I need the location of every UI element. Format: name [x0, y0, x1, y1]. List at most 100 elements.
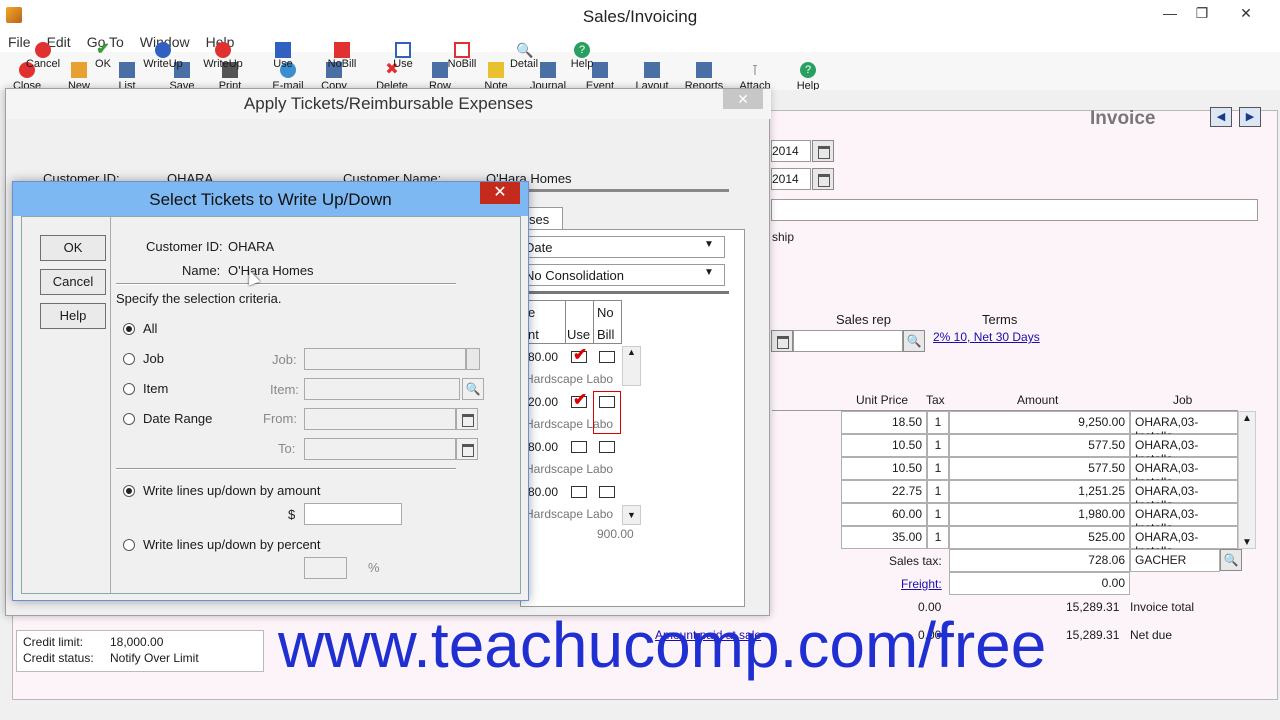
job-cell[interactable]: OHARA,03-Installa [1130, 434, 1238, 466]
unit-price-cell[interactable]: 22.75 [841, 480, 927, 503]
nobill-checkbox[interactable] [599, 486, 615, 498]
apply-use-button[interactable]: Use [257, 42, 309, 70]
cancel-button[interactable]: Cancel [40, 269, 106, 295]
chevron-down-icon[interactable]: ▼ [704, 239, 714, 250]
scroll-up-icon[interactable]: ▲ [1239, 412, 1255, 426]
job-cell[interactable]: OHARA,03-Installa [1130, 480, 1238, 512]
invoice-date-field[interactable]: 2014 [771, 140, 811, 162]
toolbar-reports-button[interactable]: Reports [682, 62, 726, 90]
job-input[interactable] [304, 348, 466, 370]
percent-input[interactable] [304, 557, 347, 579]
search-icon[interactable]: 🔍 [462, 378, 484, 400]
tax-cell[interactable]: 1 [927, 457, 949, 480]
tax-cell[interactable]: 1 [927, 411, 949, 434]
apply-help-button[interactable]: ? Help [556, 42, 608, 70]
freight-amount[interactable]: 0.00 [949, 572, 1130, 595]
scroll-down-icon[interactable]: ▼ [1239, 537, 1255, 548]
unit-price-cell[interactable]: 60.00 [841, 503, 927, 526]
job-cell[interactable]: OHARA,03-Installa [1130, 526, 1238, 558]
toolbar-layout-button[interactable]: Layout [630, 62, 674, 90]
job-option-label: Job [143, 351, 164, 366]
amount-cell[interactable]: 577.50 [949, 434, 1130, 457]
nobill-checkbox[interactable] [599, 351, 615, 363]
use-checkbox[interactable] [571, 486, 587, 498]
dialog-name: O'Hara Homes [228, 263, 314, 278]
sales-tax-code-field[interactable]: GACHER [1130, 549, 1220, 572]
sort-select[interactable]: Date [522, 236, 725, 258]
freight-link[interactable]: Freight: [901, 577, 942, 591]
apply-close-button[interactable]: ✕ [723, 89, 763, 109]
use-checkbox[interactable]: ✔ [571, 390, 587, 409]
chevron-down-icon[interactable]: ▼ [704, 267, 714, 278]
terms-link[interactable]: 2% 10, Net 30 Days [933, 330, 1040, 344]
percent-radio[interactable] [123, 539, 135, 551]
apply-divider-2 [522, 291, 729, 294]
job-cell[interactable]: OHARA,03-Installa [1130, 411, 1238, 443]
nobill-header-top: No [597, 305, 614, 320]
from-date-input[interactable] [304, 408, 456, 430]
dialog-vertical-divider [110, 217, 111, 593]
attach-icon: ⊺ [751, 62, 759, 78]
amount-cell[interactable]: 1,251.25 [949, 480, 1130, 503]
ship-date-field[interactable]: 2014 [771, 168, 811, 190]
apply-use-all-button[interactable]: Use [377, 42, 429, 70]
calendar-icon[interactable] [456, 408, 478, 430]
scroll-down-icon[interactable]: ▼ [622, 505, 641, 525]
unit-price-cell[interactable]: 10.50 [841, 434, 927, 457]
apply-ok-button[interactable]: ✔ OK [77, 42, 129, 71]
sales-rep-field[interactable] [793, 330, 903, 352]
item-input[interactable] [304, 378, 460, 400]
job-cell[interactable]: OHARA,03-Installa [1130, 503, 1238, 535]
previous-record-button[interactable]: ◀ [1210, 107, 1232, 127]
unit-price-cell[interactable]: 35.00 [841, 526, 927, 549]
tax-cell[interactable]: 1 [927, 480, 949, 503]
item-radio[interactable] [123, 383, 135, 395]
calendar-icon[interactable] [456, 438, 478, 460]
help-button[interactable]: Help [40, 303, 106, 329]
job-cell[interactable]: OHARA,03-Installa [1130, 457, 1238, 489]
restore-button[interactable]: ❐ [1182, 0, 1222, 26]
search-icon[interactable]: 🔍 [1220, 549, 1242, 571]
tax-cell[interactable]: 1 [927, 434, 949, 457]
calendar-icon[interactable] [812, 140, 834, 162]
apply-cancel-button[interactable]: Cancel [17, 42, 69, 70]
dialog-close-button[interactable]: ✕ [480, 182, 520, 204]
next-record-button[interactable]: ▶ [1239, 107, 1261, 127]
consolidation-select[interactable]: No Consolidation [522, 264, 725, 286]
amount-radio[interactable] [123, 485, 135, 497]
apply-writeup-button[interactable]: WriteUp [137, 42, 189, 70]
apply-grid-scrollbar[interactable]: ▲ [622, 346, 641, 386]
to-date-input[interactable] [304, 438, 456, 460]
invoice-long-field[interactable] [771, 199, 1258, 221]
apply-writeup-all-button[interactable]: WriteUp [197, 42, 249, 70]
apply-nobill-button[interactable]: NoBill [316, 42, 368, 70]
all-radio[interactable] [123, 323, 135, 335]
ok-button[interactable]: OK [40, 235, 106, 261]
amount-cell[interactable]: 9,250.00 [949, 411, 1130, 434]
amount-cell[interactable]: 525.00 [949, 526, 1130, 549]
calendar-icon[interactable] [771, 330, 793, 352]
apply-nobill-all-button[interactable]: NoBill [436, 42, 488, 70]
amount-input[interactable] [304, 503, 402, 525]
close-window-button[interactable]: ✕ [1226, 0, 1266, 26]
invoice-grid-scrollbar[interactable]: ▲ ▼ [1238, 411, 1256, 549]
date-range-radio[interactable] [123, 413, 135, 425]
tax-cell[interactable]: 1 [927, 526, 949, 549]
job-lookup-button[interactable] [466, 348, 480, 370]
calendar-icon[interactable] [812, 168, 834, 190]
search-icon[interactable]: 🔍 [903, 330, 925, 352]
apply-detail-button[interactable]: 🔍 Detail [498, 42, 550, 70]
use-checkbox[interactable]: ✔ [571, 345, 587, 364]
nobill-checkbox[interactable] [599, 441, 615, 453]
unit-price-cell[interactable]: 10.50 [841, 457, 927, 480]
job-radio[interactable] [123, 353, 135, 365]
tax-cell[interactable]: 1 [927, 503, 949, 526]
use-checkbox[interactable] [571, 441, 587, 453]
toolbar-attach-button[interactable]: ⊺ Attach [733, 62, 777, 90]
amount-cell[interactable]: 1,980.00 [949, 503, 1130, 526]
amount-cell[interactable]: 577.50 [949, 457, 1130, 480]
toolbar-help-button[interactable]: ? Help [786, 62, 830, 90]
amount-option-label: Write lines up/down by amount [143, 483, 321, 498]
unit-price-cell[interactable]: 18.50 [841, 411, 927, 434]
scroll-up-icon[interactable]: ▲ [627, 347, 636, 357]
